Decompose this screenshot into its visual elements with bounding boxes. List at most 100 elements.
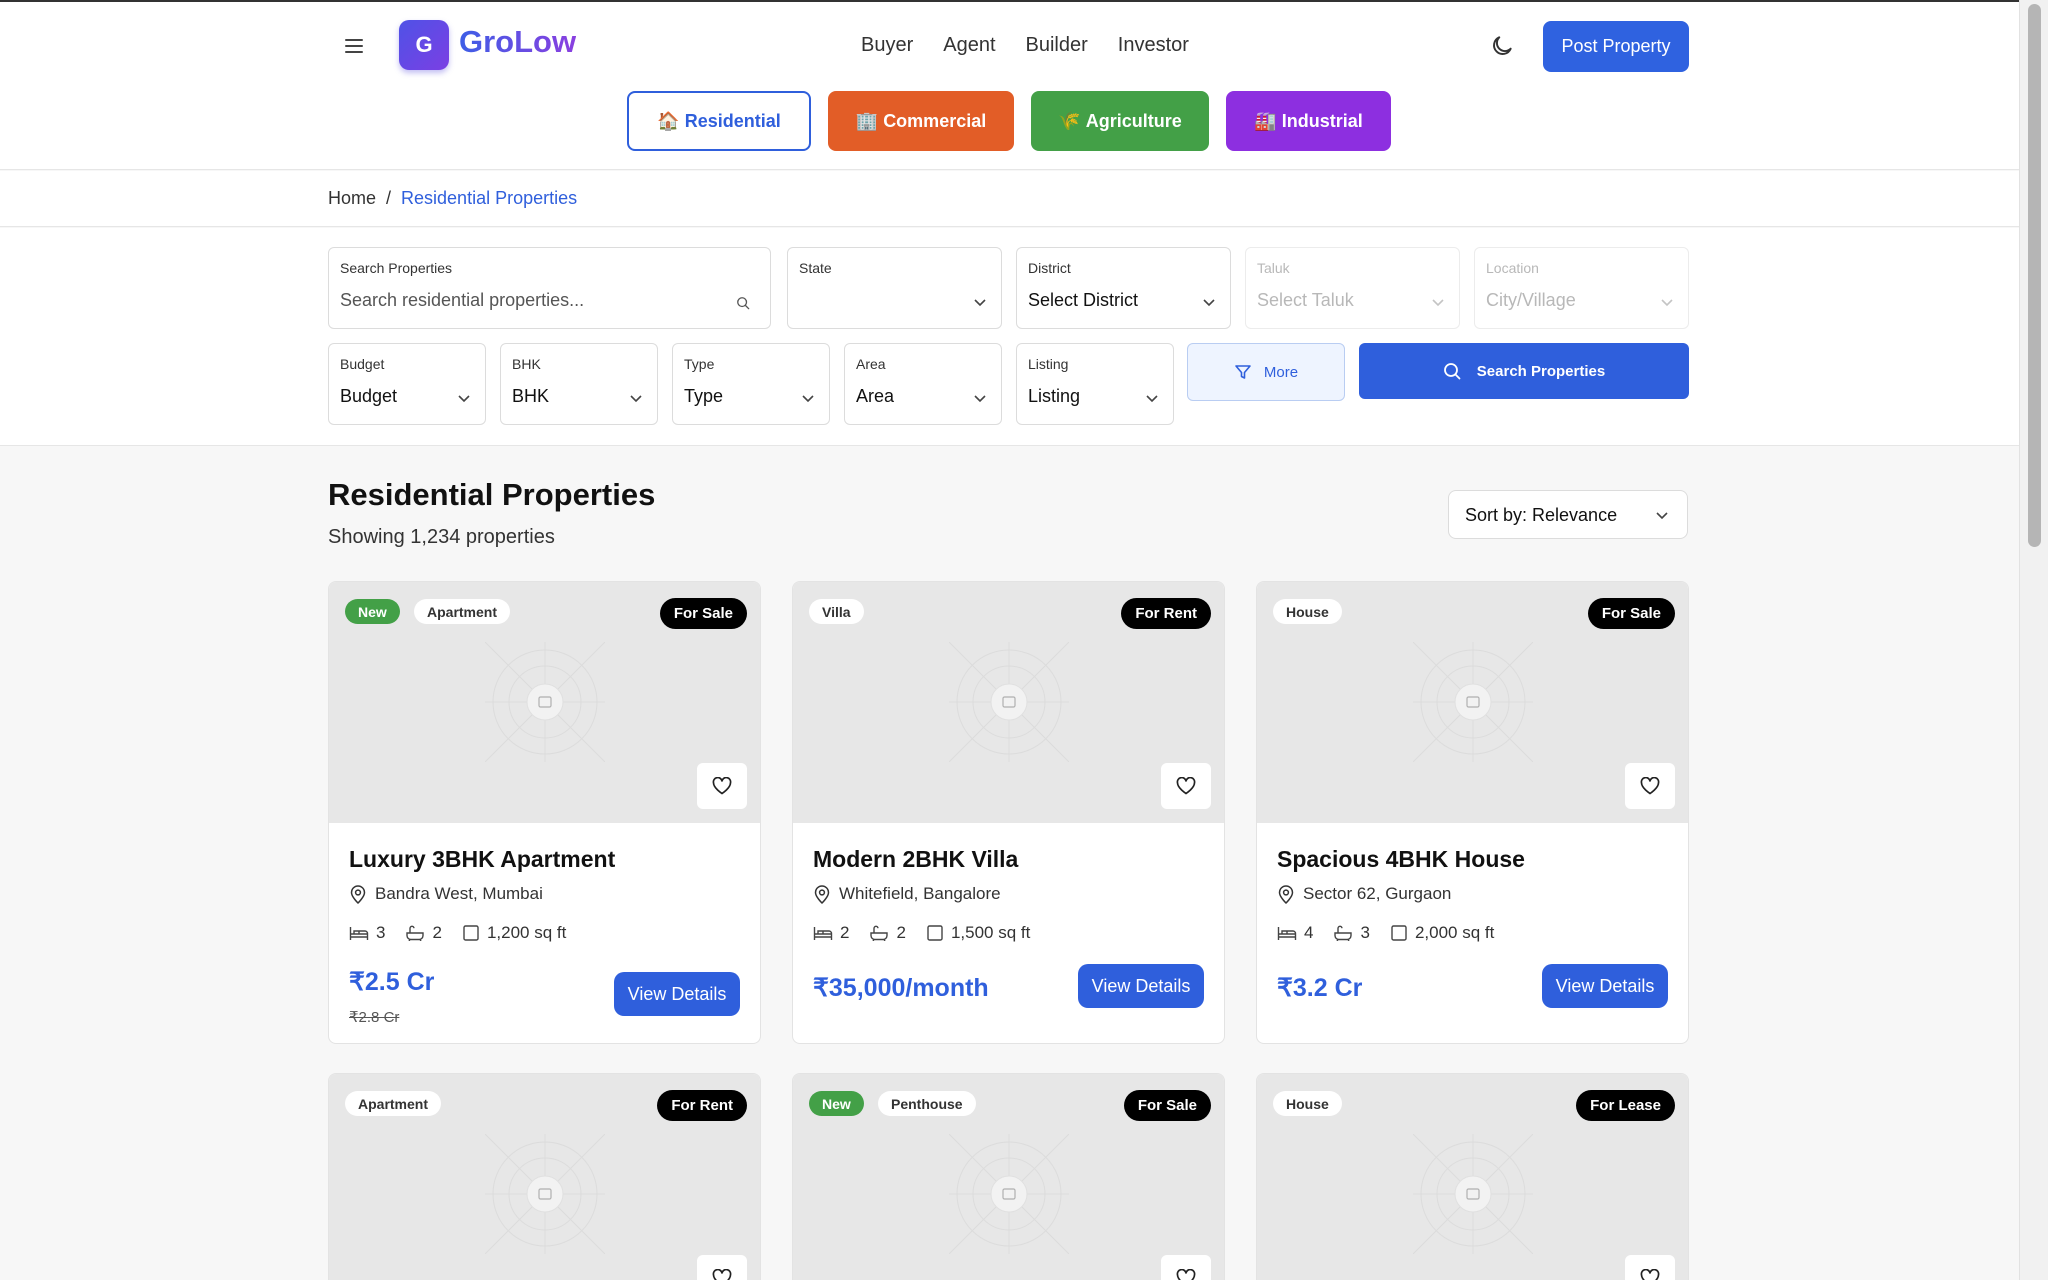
property-title[interactable]: Spacious 4BHK House [1277,846,1525,873]
view-details-button[interactable]: View Details [614,972,740,1016]
property-image: Apartment For Rent [329,1074,760,1280]
status-badge: For Lease [1576,1090,1675,1121]
search-properties-button[interactable]: Search Properties [1359,343,1689,399]
new-badge: New [345,599,400,624]
status-badge: For Rent [1121,598,1211,629]
type-badge: Penthouse [878,1091,976,1116]
breadcrumb-separator: / [386,188,392,208]
property-price: ₹35,000/month [813,974,989,1002]
breadcrumb-home[interactable]: Home [328,188,376,209]
category-industrial[interactable]: 🏭 Industrial [1226,91,1391,151]
category-label: Industrial [1281,110,1363,131]
logo-text[interactable]: GroLow [459,24,576,60]
baths-count: 3 [1360,923,1370,942]
category-residential[interactable]: 🏠 Residential [627,91,811,151]
area-select[interactable]: Area Area [844,343,1002,425]
district-select[interactable]: District Select District [1016,247,1231,329]
map-pin-icon [814,885,830,904]
type-select[interactable]: Type Type [672,343,830,425]
sort-select[interactable]: Sort by: Relevance [1448,490,1688,539]
scrollbar-thumb[interactable] [2028,4,2041,547]
wheat-icon: 🌾 [1058,110,1081,131]
field-label: District [1028,260,1071,276]
field-label: Listing [1028,356,1069,372]
favorite-button[interactable] [697,1255,747,1280]
taluk-value: Select Taluk [1257,290,1354,310]
logo-mark[interactable]: G [399,20,449,70]
nav-builder[interactable]: Builder [1026,34,1088,57]
property-card[interactable]: New Penthouse For Sale [792,1073,1225,1280]
bed-icon [1277,927,1297,940]
nav-investor[interactable]: Investor [1118,34,1189,57]
search-field[interactable]: Search Properties Search residential pro… [328,247,771,329]
bhk-select[interactable]: BHK BHK [500,343,658,425]
site-header: G GroLow Buyer Agent Builder Investor Po… [0,2,2019,170]
vertical-scrollbar[interactable] [2019,0,2048,1280]
category-agriculture[interactable]: 🌾 Agriculture [1031,91,1209,151]
property-title[interactable]: Luxury 3BHK Apartment [349,846,615,873]
view-details-button[interactable]: View Details [1542,964,1668,1008]
moon-icon[interactable] [1489,33,1515,59]
heart-icon [1176,777,1196,795]
bed-icon [813,927,833,940]
location-select[interactable]: Location City/Village [1474,247,1689,329]
field-label: Budget [340,356,385,372]
area-size: 1,200 sq ft [486,923,567,942]
heart-icon [1640,1269,1660,1280]
property-card[interactable]: House For Lease [1256,1073,1689,1280]
property-image: House For Sale [1257,582,1688,823]
favorite-button[interactable] [1625,763,1675,809]
type-badge: Apartment [414,599,511,624]
property-image: House For Lease [1257,1074,1688,1280]
property-card[interactable]: New Apartment For Sale Luxury 3BHK Apart… [328,581,761,1044]
search-input[interactable]: Search residential properties... [340,290,584,311]
search-button-label: Search Properties [1476,362,1606,380]
taluk-select[interactable]: Taluk Select Taluk [1245,247,1460,329]
favorite-button[interactable] [1625,1255,1675,1280]
nav-agent[interactable]: Agent [943,34,995,57]
area-size: 1,500 sq ft [950,923,1031,942]
map-pin-icon [1278,885,1294,904]
chevron-down-icon [974,395,986,403]
office-icon: 🏢 [855,110,879,131]
property-specs: 4 3 2,000 sq ft [1277,923,1494,943]
post-property-button[interactable]: Post Property [1543,21,1689,72]
view-details-button[interactable]: View Details [1078,964,1204,1008]
favorite-button[interactable] [1161,763,1211,809]
property-image: New Penthouse For Sale [793,1074,1224,1280]
image-placeholder-icon [485,1134,605,1254]
type-value: Type [684,386,724,406]
field-label: Area [856,356,886,372]
location-value: City/Village [1486,290,1576,310]
category-commercial[interactable]: 🏢 Commercial [828,91,1014,151]
type-badge: Villa [809,599,864,624]
state-select[interactable]: State [787,247,1002,329]
more-filters-button[interactable]: More [1187,343,1345,401]
property-card[interactable]: Villa For Rent Modern 2BHK Villa Whitefi… [792,581,1225,1044]
baths-count: 2 [896,923,906,942]
image-placeholder-icon [949,1134,1069,1254]
chevron-down-icon [974,299,986,307]
budget-select[interactable]: Budget Budget [328,343,486,425]
property-card[interactable]: Apartment For Rent [328,1073,761,1280]
field-label: Location [1486,260,1539,276]
favorite-button[interactable] [697,763,747,809]
new-badge: New [809,1091,864,1116]
heart-icon [712,1269,732,1280]
property-image: New Apartment For Sale [329,582,760,823]
chevron-down-icon [630,395,642,403]
breadcrumb-current: Residential Properties [401,188,578,208]
property-title[interactable]: Modern 2BHK Villa [813,846,1018,873]
main-nav: Buyer Agent Builder Investor [861,34,1189,57]
property-card[interactable]: House For Sale Spacious 4BHK House Secto… [1256,581,1689,1044]
listing-select[interactable]: Listing Listing [1016,343,1174,425]
chevron-down-icon [1432,299,1444,307]
breadcrumb: Home / Residential Properties [328,188,577,209]
favorite-button[interactable] [1161,1255,1211,1280]
menu-button[interactable] [340,32,368,60]
property-specs: 3 2 1,200 sq ft [349,923,566,943]
field-label: Type [684,356,715,372]
district-value: Select District [1028,290,1139,310]
baths-count: 2 [432,923,442,942]
nav-buyer[interactable]: Buyer [861,34,913,57]
